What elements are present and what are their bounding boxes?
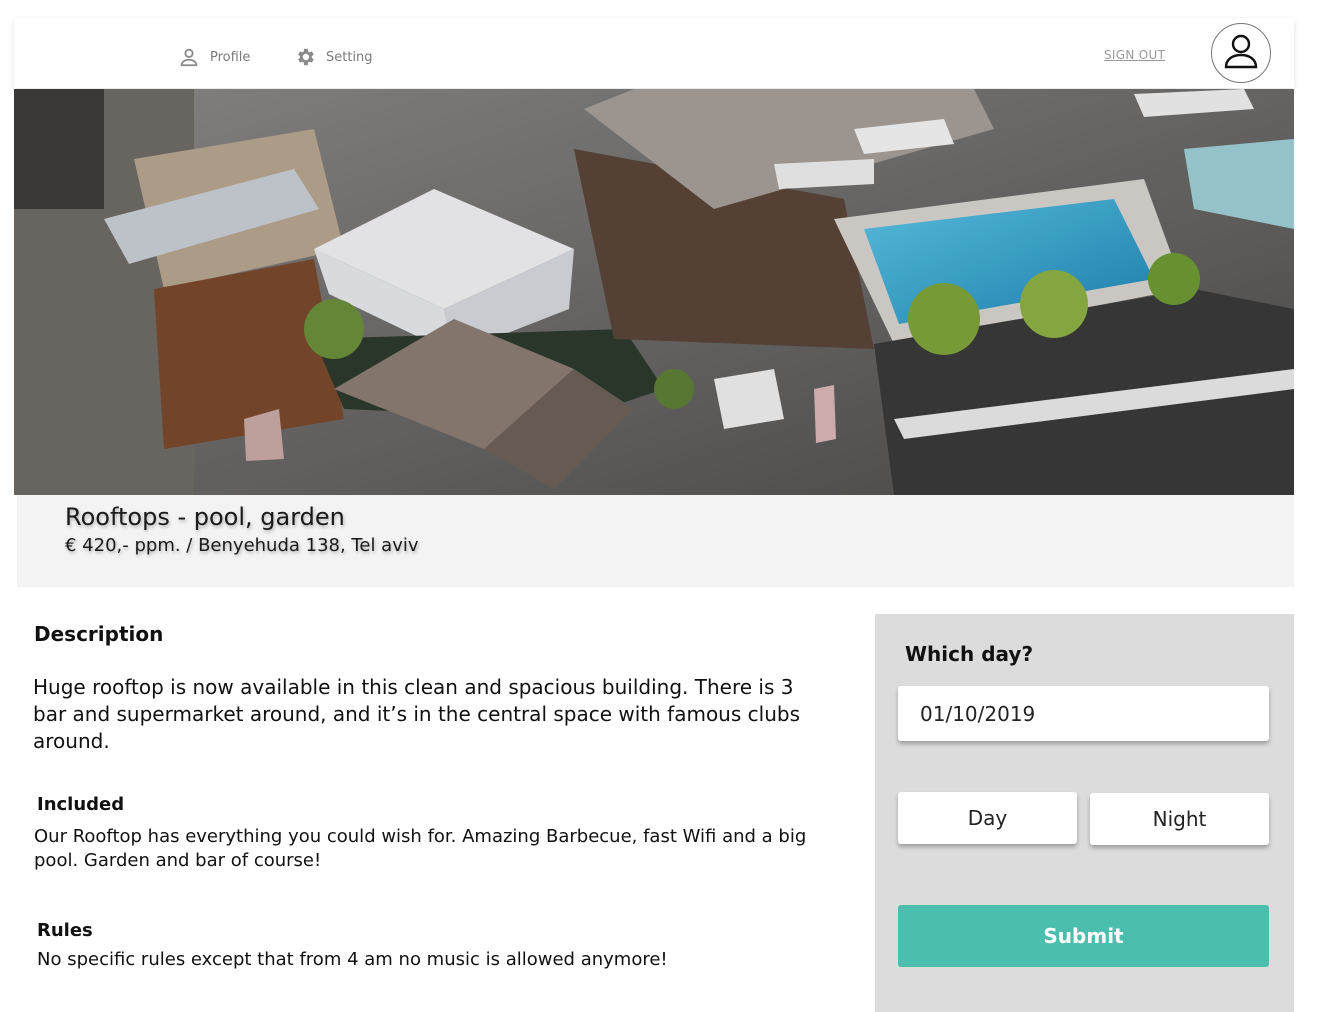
rules-heading: Rules bbox=[37, 920, 93, 941]
top-navigation-bar: Profile Setting SIGN OUT bbox=[14, 18, 1294, 88]
nav-profile[interactable]: Profile bbox=[178, 46, 250, 68]
booking-panel: Which day? 01/10/2019 Day Night Submit bbox=[875, 614, 1294, 1012]
user-avatar-button[interactable] bbox=[1211, 23, 1271, 83]
which-day-label: Which day? bbox=[905, 642, 1034, 666]
night-option-button[interactable]: Night bbox=[1090, 793, 1269, 845]
gear-icon bbox=[294, 46, 316, 68]
day-option-button[interactable]: Day bbox=[898, 792, 1077, 844]
nav-profile-label: Profile bbox=[210, 49, 251, 65]
description-text: Huge rooftop is now available in this cl… bbox=[33, 675, 800, 753]
date-input[interactable]: 01/10/2019 bbox=[898, 686, 1269, 741]
submit-button[interactable]: Submit bbox=[898, 905, 1269, 967]
nav-setting-label: Setting bbox=[326, 49, 373, 65]
nav-setting[interactable]: Setting bbox=[294, 46, 373, 68]
listing-price-address: € 420,- ppm. / Benyehuda 138, Tel aviv bbox=[65, 535, 419, 556]
included-heading: Included bbox=[37, 794, 125, 815]
user-avatar-icon bbox=[1221, 31, 1261, 75]
description-heading: Description bbox=[34, 622, 164, 646]
rules-text: No specific rules except that from 4 am … bbox=[37, 949, 668, 970]
listing-header-band: Rooftops - pool, garden € 420,- ppm. / B… bbox=[17, 495, 1294, 587]
person-icon bbox=[178, 46, 200, 68]
listing-title: Rooftops - pool, garden bbox=[65, 503, 345, 531]
included-text: Our Rooftop has everything you could wis… bbox=[34, 826, 807, 872]
sign-out-link[interactable]: SIGN OUT bbox=[1104, 48, 1165, 62]
listing-photo bbox=[14, 89, 1294, 495]
